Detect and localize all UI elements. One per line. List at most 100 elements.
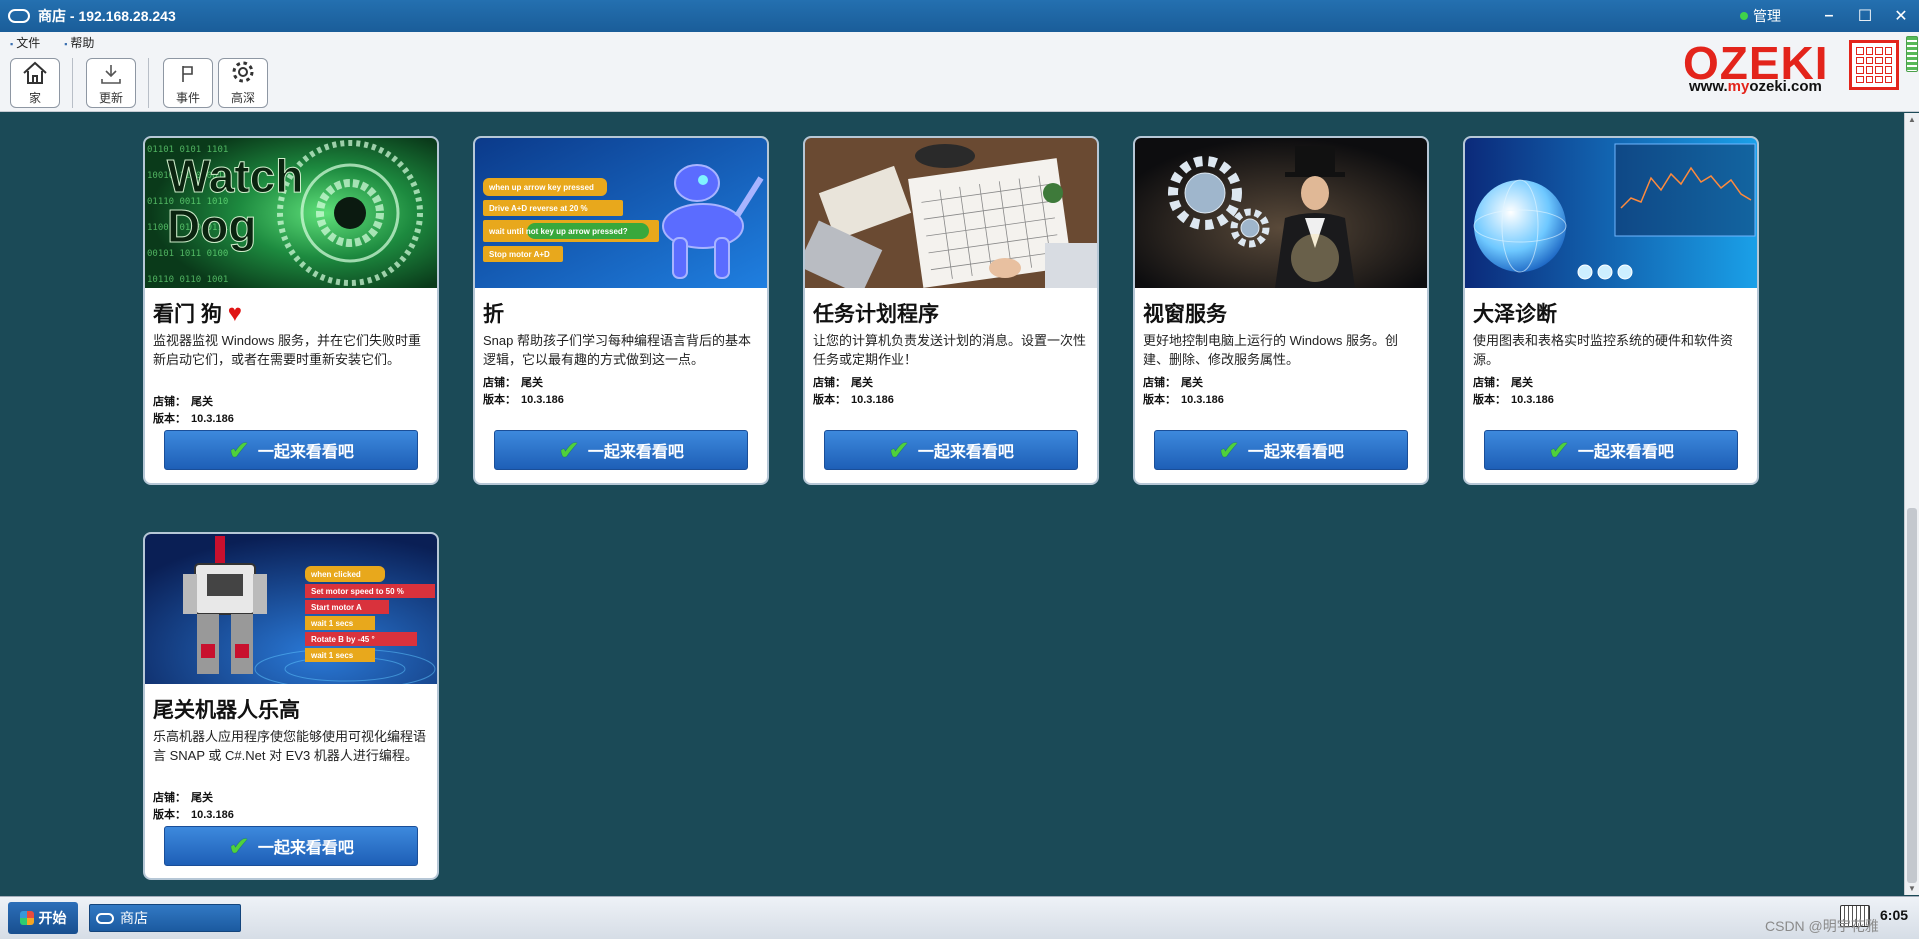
app-title: 尾关机器人乐高	[153, 699, 300, 722]
watchdog-image-word1: Watch	[167, 150, 303, 202]
status-dot-icon	[1740, 12, 1748, 20]
scheduler-image	[805, 138, 1097, 288]
title-bar: 商店 - 192.168.28.243 管理 – ☐ ✕	[0, 0, 1919, 32]
app-store: 尾关	[521, 377, 543, 389]
app-description: 更好地控制电脑上运行的 Windows 服务。创建、删除、修改服务属性。	[1143, 333, 1398, 367]
services-image	[1135, 138, 1427, 288]
svg-text:10110 0110 1001: 10110 0110 1001	[147, 275, 228, 285]
app-store: 尾关	[191, 792, 213, 804]
app-card-watchdog: 01101 0101 1101 10010 1110 0010 01110 001…	[143, 136, 439, 485]
svg-text:Start motor A: Start motor A	[311, 603, 362, 612]
taskbar-item-store[interactable]: 商店	[89, 904, 241, 932]
keypad-icon	[1849, 40, 1899, 90]
checkmark-icon: ✔	[1218, 434, 1240, 465]
app-description: 使用图表和表格实时监控系统的硬件和软件资源。	[1473, 333, 1734, 367]
app-title: 大泽诊断	[1473, 303, 1557, 326]
start-logo-icon	[19, 911, 34, 925]
events-button[interactable]: 事件	[163, 58, 213, 108]
open-app-button[interactable]: ✔ 一起来看看吧	[164, 430, 418, 470]
svg-text:Stop motor A+D: Stop motor A+D	[489, 250, 550, 259]
app-card-windows-services: 视窗服务 更好地控制电脑上运行的 Windows 服务。创建、删除、修改服务属性…	[1133, 136, 1429, 485]
app-description: Snap 帮助孩子们学习每种编程语言背后的基本逻辑，它以最有趣的方式做到这一点。	[483, 333, 751, 367]
home-icon	[23, 61, 47, 84]
svg-text:Set motor speed to 50 %: Set motor speed to 50 %	[311, 587, 404, 596]
update-button-label: 更新	[98, 91, 123, 105]
home-button-label: 家	[28, 91, 41, 105]
toolbar: 家 更新 事件 高深	[0, 52, 1919, 112]
app-meta: 店铺： 尾关 版本： 10.3.186	[153, 792, 234, 821]
advanced-button[interactable]: 高深	[218, 58, 268, 108]
scroll-up-icon[interactable]: ▲	[1905, 115, 1919, 124]
gear-icon	[232, 61, 254, 83]
open-app-button[interactable]: ✔ 一起来看看吧	[494, 430, 748, 470]
open-app-button[interactable]: ✔ 一起来看看吧	[1154, 430, 1408, 470]
app-version: 10.3.186	[1511, 394, 1554, 406]
menu-file[interactable]: 文件	[10, 34, 40, 51]
checkmark-icon: ✔	[1548, 434, 1570, 465]
app-version: 10.3.186	[851, 394, 894, 406]
update-button[interactable]: 更新	[86, 58, 136, 108]
maximize-button[interactable]: ☐	[1847, 6, 1883, 26]
checkmark-icon: ✔	[558, 434, 580, 465]
watchdog-image: 01101 0101 1101 10010 1110 0010 01110 001…	[145, 138, 437, 288]
svg-text:Rotate B by -45 °: Rotate B by -45 °	[311, 635, 375, 644]
scroll-thumb[interactable]	[1907, 508, 1917, 883]
menu-help[interactable]: 帮助	[64, 34, 94, 51]
lego-image: when clicked Set motor speed to 50 % Sta…	[145, 534, 437, 684]
app-meta: 店铺： 尾关 版本： 10.3.186	[1473, 377, 1554, 406]
ozeki-logo: OZEKI www.myozeki.com	[1683, 36, 1903, 96]
svg-text:when clicked: when clicked	[310, 570, 361, 579]
app-version: 10.3.186	[191, 809, 234, 821]
app-meta: 店铺： 尾关 版本： 10.3.186	[153, 396, 234, 425]
close-button[interactable]: ✕	[1883, 6, 1919, 26]
app-card-task-scheduler: 任务计划程序 让您的计算机负责发送计划的消息。设置一次性任务或定期作业！ 店铺：…	[803, 136, 1099, 485]
svg-text:wait 1 secs: wait 1 secs	[310, 619, 354, 628]
start-button[interactable]: 开始	[8, 902, 78, 934]
app-store: 尾关	[1511, 377, 1533, 389]
app-store: 尾关	[851, 377, 873, 389]
checkmark-icon: ✔	[228, 830, 250, 861]
open-app-button[interactable]: ✔ 一起来看看吧	[1484, 430, 1738, 470]
app-description: 监视器监视 Windows 服务，并在它们失败时重新启动它们，或者在需要时重新安…	[153, 333, 421, 367]
app-card-lego-robot: when clicked Set motor speed to 50 % Sta…	[143, 532, 439, 880]
checkmark-icon: ✔	[228, 434, 250, 465]
window-title: 商店 - 192.168.28.243	[38, 8, 176, 24]
watermark: CSDN @明宇花雅	[1765, 918, 1879, 934]
advanced-button-label: 高深	[230, 91, 255, 105]
app-title: 折	[483, 303, 504, 326]
app-version: 10.3.186	[191, 413, 234, 425]
app-card-snap: when up arrow key pressed Drive A+D reve…	[473, 136, 769, 485]
open-app-button[interactable]: ✔ 一起来看看吧	[164, 826, 418, 866]
app-title: 看门 狗 ♥	[153, 300, 242, 327]
heart-icon: ♥	[227, 300, 242, 327]
flag-icon	[182, 66, 193, 82]
app-version: 10.3.186	[1181, 394, 1224, 406]
toolbar-separator	[72, 58, 73, 108]
scroll-down-icon[interactable]: ▼	[1905, 884, 1919, 893]
watchdog-image-word2: Dog	[167, 200, 256, 252]
menu-bar: 文件 帮助	[0, 32, 1919, 52]
cloud-icon	[96, 912, 114, 924]
resource-meter-icon	[1906, 36, 1918, 72]
download-icon	[101, 65, 121, 84]
events-button-label: 事件	[175, 91, 200, 105]
home-button[interactable]: 家	[10, 58, 60, 108]
app-meta: 店铺： 尾关 版本： 10.3.186	[813, 377, 894, 406]
app-description: 让您的计算机负责发送计划的消息。设置一次性任务或定期作业！	[813, 333, 1087, 367]
open-app-button[interactable]: ✔ 一起来看看吧	[824, 430, 1078, 470]
svg-text:when up arrow key pressed: when up arrow key pressed	[488, 183, 594, 192]
app-store: 尾关	[1181, 377, 1203, 389]
diagnostics-image	[1465, 138, 1757, 288]
admin-link[interactable]: 管理	[1753, 6, 1781, 26]
snap-image: when up arrow key pressed Drive A+D reve…	[475, 138, 767, 288]
vertical-scrollbar[interactable]: ▲ ▼	[1904, 113, 1919, 895]
svg-text:Drive A+D reverse at 20 %: Drive A+D reverse at 20 %	[489, 204, 588, 213]
toolbar-separator	[148, 58, 149, 108]
minimize-button[interactable]: –	[1811, 7, 1847, 25]
app-store: 尾关	[191, 396, 213, 408]
taskbar: 开始 商店 6:05	[0, 896, 1919, 939]
app-title: 视窗服务	[1143, 303, 1227, 326]
app-meta: 店铺： 尾关 版本： 10.3.186	[483, 377, 564, 406]
cloud-icon	[8, 9, 30, 23]
app-title: 任务计划程序	[813, 303, 939, 326]
